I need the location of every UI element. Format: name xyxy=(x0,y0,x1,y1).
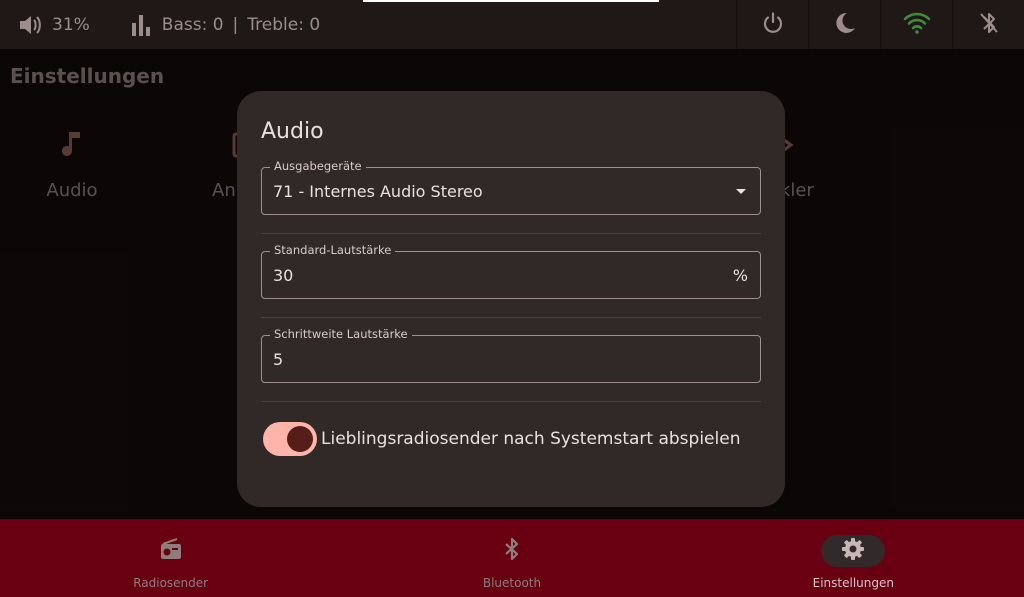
nav-label-einstellungen: Einstellungen xyxy=(812,576,894,590)
audio-dialog: Audio Ausgabegeräte 71 - Internes Audio … xyxy=(237,91,785,507)
output-device-value: 71 - Internes Audio Stereo xyxy=(273,182,483,201)
power-icon xyxy=(761,11,785,39)
step-volume-value: 5 xyxy=(273,350,284,369)
nav-item-bluetooth[interactable]: Bluetooth xyxy=(341,519,682,597)
equalizer-icon[interactable] xyxy=(128,11,154,39)
nav-item-radiosender[interactable]: Radiosender xyxy=(0,519,341,597)
default-volume-field[interactable]: Standard-Lautstärke 30 % xyxy=(261,243,761,299)
nav-label-bluetooth: Bluetooth xyxy=(482,576,542,590)
nav-pill xyxy=(139,535,203,567)
status-separator: | xyxy=(232,14,239,35)
dropdown-arrow-icon xyxy=(736,189,746,194)
dialog-title: Audio xyxy=(261,119,324,144)
default-volume-label: Standard-Lautstärke xyxy=(270,243,396,257)
step-volume-label: Schrittweite Lautstärke xyxy=(270,327,412,341)
nav-pill-active xyxy=(821,535,886,567)
bottom-navigation: Radiosender Bluetooth Einstellungen xyxy=(0,519,1024,597)
default-volume-suffix: % xyxy=(732,266,748,285)
bluetooth-status-button[interactable] xyxy=(952,0,1024,49)
top-strip xyxy=(363,0,659,2)
wifi-icon xyxy=(903,12,931,38)
bluetooth-off-icon xyxy=(978,11,1000,39)
volume-percent: 31% xyxy=(52,14,90,35)
divider xyxy=(261,317,761,318)
divider xyxy=(261,233,761,234)
step-volume-field[interactable]: Schrittweite Lautstärke 5 xyxy=(261,327,761,383)
autoplay-setting: Lieblingsradiosender nach Systemstart ab… xyxy=(263,422,740,456)
output-device-label: Ausgabegeräte xyxy=(270,159,366,173)
bluetooth-icon xyxy=(502,537,522,565)
nav-item-einstellungen[interactable]: Einstellungen xyxy=(683,519,1024,597)
power-button[interactable] xyxy=(736,0,808,49)
bass-value: Bass: 0 xyxy=(161,14,224,35)
night-mode-button[interactable] xyxy=(808,0,880,49)
status-bar: 31% Bass: 0 | Treble: 0 xyxy=(0,0,1024,49)
toggle-knob xyxy=(287,426,313,452)
volume-icon[interactable] xyxy=(16,11,44,39)
default-volume-value: 30 xyxy=(273,266,294,285)
output-device-select[interactable]: Ausgabegeräte 71 - Internes Audio Stereo xyxy=(261,159,761,215)
treble-value: Treble: 0 xyxy=(247,14,321,35)
wifi-button[interactable] xyxy=(880,0,952,49)
settings-gear-icon xyxy=(841,537,865,565)
moon-icon xyxy=(833,11,857,39)
nav-pill xyxy=(480,535,544,567)
autoplay-toggle[interactable] xyxy=(263,422,317,456)
autoplay-label: Lieblingsradiosender nach Systemstart ab… xyxy=(321,429,741,449)
radio-icon xyxy=(159,537,183,565)
nav-label-radiosender: Radiosender xyxy=(133,576,209,590)
divider xyxy=(261,401,761,402)
